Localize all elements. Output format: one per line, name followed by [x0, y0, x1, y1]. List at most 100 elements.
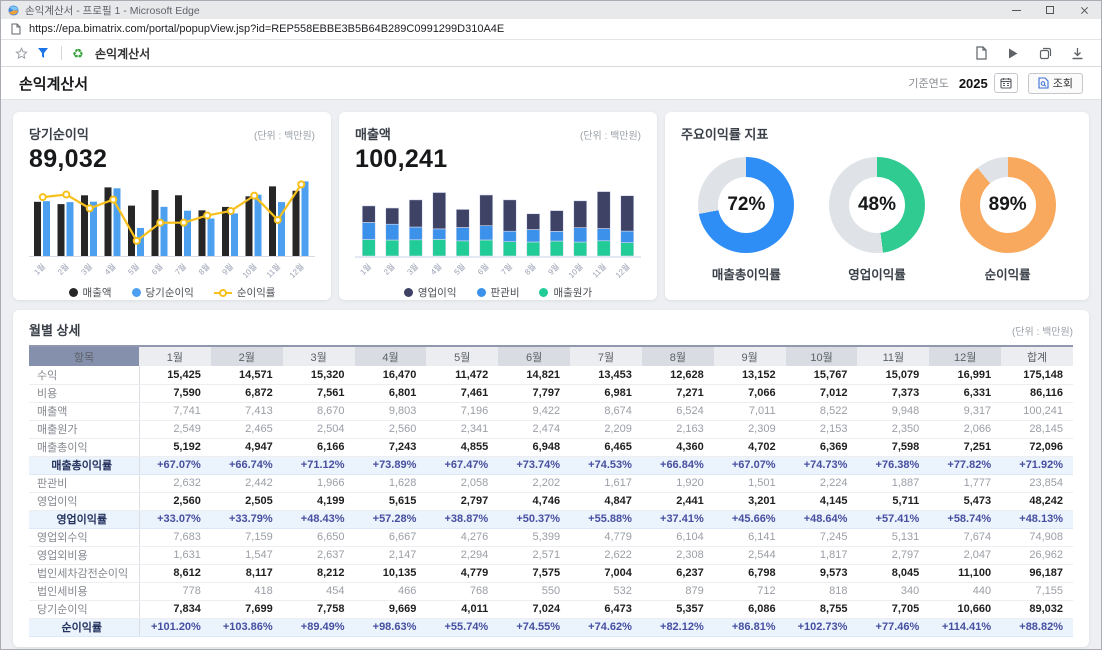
bar-당기순이익 [208, 219, 215, 256]
cell: +48.43% [283, 510, 355, 528]
table-row: 매출총이익5,1924,9476,1667,2434,8556,9486,465… [29, 438, 1073, 456]
url-bar[interactable]: https://epa.bimatrix.com/portal/popupVie… [1, 19, 1101, 40]
title-bar: 손익계산서 - 프로필 1 - Microsoft Edge [1, 1, 1101, 19]
row-label: 수익 [29, 366, 139, 384]
x-axis-label: 9월 [220, 261, 235, 276]
cell: +67.07% [139, 456, 211, 474]
table-row: 법인세비용77841845446676855053287971281834044… [29, 582, 1073, 600]
cell: 7,797 [498, 384, 570, 402]
cell: 9,948 [857, 402, 929, 420]
bar-당기순이익 [184, 211, 191, 256]
monthly-detail-table: 항목 1월2월3월4월5월6월7월8월9월10월11월12월합계 수익15,42… [29, 345, 1073, 637]
cell: +48.13% [1001, 510, 1073, 528]
stack-매출원가 [433, 239, 446, 256]
cell: +77.82% [929, 456, 1001, 474]
stack-판관비 [527, 230, 540, 242]
table-row: 영업외비용1,6311,5472,6372,1472,2942,5712,622… [29, 546, 1073, 564]
stack-매출원가 [456, 241, 469, 256]
minimize-button[interactable] [999, 1, 1033, 19]
cell: 6,166 [283, 438, 355, 456]
cell: 48,242 [1001, 492, 1073, 510]
cell: +114.41% [929, 618, 1001, 636]
cell: 1,617 [570, 474, 642, 492]
cell: 7,590 [139, 384, 211, 402]
stack-판관비 [480, 226, 493, 240]
cell: 2,544 [714, 546, 786, 564]
legend-line-marker [214, 288, 232, 297]
x-axis-label: 1월 [32, 261, 47, 276]
row-label: 매출액 [29, 402, 139, 420]
favorite-star-icon[interactable] [11, 43, 31, 63]
x-axis-label: 11월 [590, 261, 608, 279]
cell: 2,797 [426, 492, 498, 510]
filter-icon[interactable] [33, 43, 53, 63]
copy-duplicate-icon[interactable] [1035, 43, 1055, 63]
cell: 4,855 [426, 438, 498, 456]
table-col-header: 10월 [786, 346, 858, 366]
x-axis-label: 4월 [102, 261, 117, 276]
x-axis-label: 1월 [358, 261, 373, 276]
cell: 7,066 [714, 384, 786, 402]
x-axis-label: 8월 [196, 261, 211, 276]
cell: 7,004 [570, 564, 642, 582]
stack-판관비 [409, 227, 422, 240]
page-info-icon[interactable] [11, 23, 21, 35]
stack-매출원가 [550, 241, 563, 256]
cell: 879 [642, 582, 714, 600]
gross-margin-percent: 72% [727, 194, 765, 216]
cell: +102.73% [786, 618, 858, 636]
cell: 6,650 [283, 528, 355, 546]
report-save-icon[interactable] [971, 43, 991, 63]
base-year-value[interactable]: 2025 [959, 76, 988, 91]
cell: 2,560 [355, 420, 427, 438]
run-play-icon[interactable] [1003, 43, 1023, 63]
card-title: 주요이익률 지표 [681, 124, 768, 143]
cell: +73.89% [355, 456, 427, 474]
cell: 8,117 [211, 564, 283, 582]
cell: 8,212 [283, 564, 355, 582]
x-axis-label: 5월 [126, 261, 141, 276]
cell: +76.38% [857, 456, 929, 474]
url-text[interactable]: https://epa.bimatrix.com/portal/popupVie… [29, 23, 504, 35]
page-title: 손익계산서 [19, 73, 908, 94]
bar-당기순이익 [67, 202, 74, 256]
table-col-header: 11월 [857, 346, 929, 366]
cell: 2,505 [211, 492, 283, 510]
table-col-header: 6월 [498, 346, 570, 366]
cell: 11,472 [426, 366, 498, 384]
cell: 2,224 [786, 474, 858, 492]
row-label: 비용 [29, 384, 139, 402]
bookmark-report-link[interactable]: 손익계산서 [95, 45, 150, 62]
bar-매출액 [175, 195, 182, 256]
cell: +48.64% [786, 510, 858, 528]
stack-영업이익 [409, 200, 422, 227]
calendar-button[interactable] [994, 73, 1018, 93]
cell: +45.66% [714, 510, 786, 528]
stack-영업이익 [362, 206, 375, 223]
table-col-header: 5월 [426, 346, 498, 366]
cell: 2,163 [642, 420, 714, 438]
cell: 6,331 [929, 384, 1001, 402]
operating-margin-label: 영업이익률 [848, 264, 906, 283]
table-header-row: 항목 1월2월3월4월5월6월7월8월9월10월11월12월합계 [29, 346, 1073, 366]
maximize-button[interactable] [1033, 1, 1067, 19]
cell: 2,622 [570, 546, 642, 564]
download-icon[interactable] [1067, 43, 1087, 63]
revenue-card: 매출액 (단위 : 백만원) 100,241 1월2월3월4월5월6월7월8월9… [339, 112, 657, 300]
row-label: 법인세차감전순이익 [29, 564, 139, 582]
legend-label: 당기순이익 [146, 285, 194, 300]
cell: 440 [929, 582, 1001, 600]
cell: 1,631 [139, 546, 211, 564]
cell: 7,741 [139, 402, 211, 420]
cell: 7,245 [786, 528, 858, 546]
cell: 454 [283, 582, 355, 600]
cell: +66.84% [642, 456, 714, 474]
close-button[interactable] [1067, 1, 1101, 19]
bar-매출액 [246, 196, 253, 256]
cell: 1,777 [929, 474, 1001, 492]
net-margin-percent: 89% [989, 194, 1027, 216]
search-button[interactable]: 조회 [1028, 73, 1083, 94]
stack-매출원가 [621, 243, 634, 256]
cell: +67.47% [426, 456, 498, 474]
cell: 7,011 [714, 402, 786, 420]
